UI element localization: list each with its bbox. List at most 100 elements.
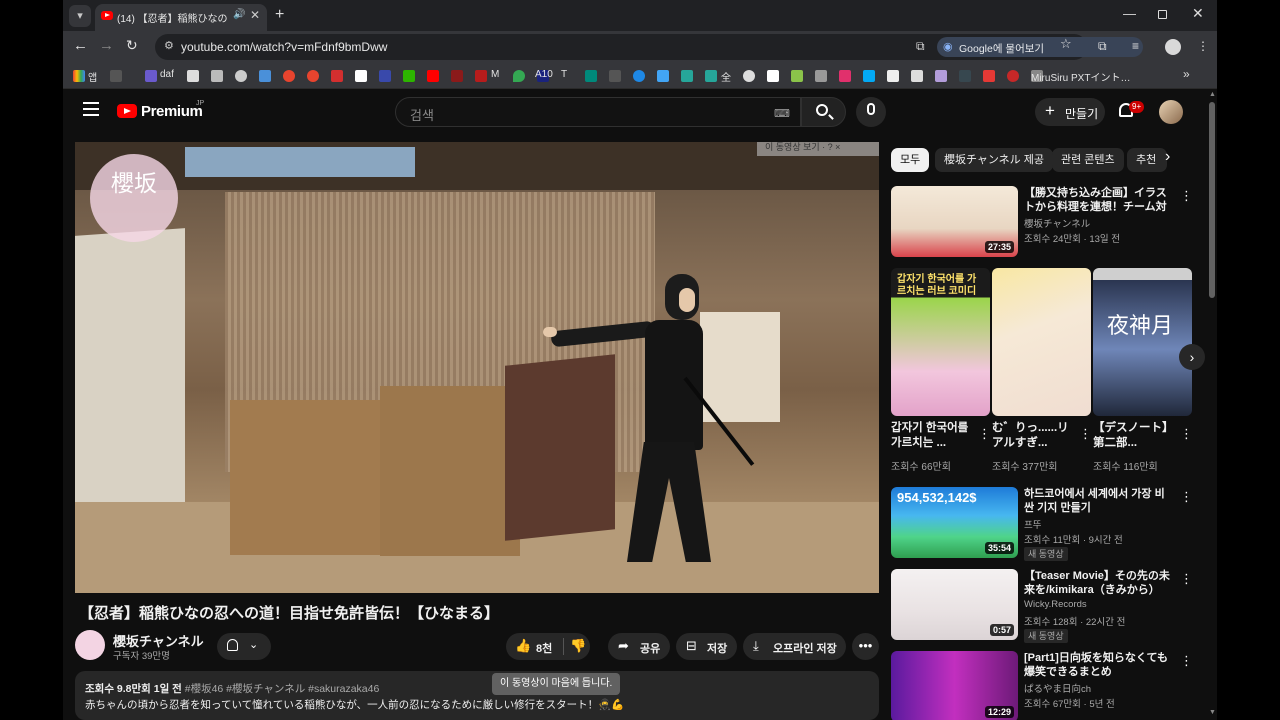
install-app-icon[interactable]: ⧉: [916, 39, 925, 54]
bookmark-star-icon[interactable]: ☆: [1060, 36, 1072, 52]
bookmark-m-label[interactable]: M: [491, 69, 499, 80]
bookmark-icon[interactable]: [307, 70, 319, 82]
youtube-logo-icon[interactable]: [117, 104, 137, 118]
bookmark-icon[interactable]: [911, 70, 923, 82]
bookmark-icon[interactable]: [815, 70, 827, 82]
short-title[interactable]: 【デスノート】第二部...: [1093, 421, 1178, 451]
more-actions-button[interactable]: •••: [852, 633, 879, 660]
kebab-menu-icon[interactable]: ⋮: [1180, 426, 1193, 442]
bookmark-apps-label[interactable]: 앱: [88, 69, 97, 84]
kebab-menu-icon[interactable]: ⋮: [1079, 426, 1092, 442]
video-title[interactable]: [Part1]日向坂を知らなくても爆笑できるまとめ: [1024, 651, 1174, 679]
bookmark-t-label[interactable]: T: [561, 69, 567, 80]
media-controls-icon[interactable]: ≡: [1132, 39, 1139, 53]
bookmark-icon[interactable]: [187, 70, 199, 82]
bookmark-mirusiru-label[interactable]: MiruSiru PXTイント…: [1031, 69, 1130, 84]
scrollbar-thumb[interactable]: [1209, 102, 1215, 298]
browser-menu-icon[interactable]: ⋮: [1197, 39, 1209, 53]
x-icon[interactable]: [355, 70, 367, 82]
kebab-menu-icon[interactable]: ⋮: [1180, 653, 1193, 669]
video-thumbnail[interactable]: 0:57: [891, 569, 1018, 640]
kebab-menu-icon[interactable]: ⋮: [1180, 188, 1193, 204]
page-scrollbar[interactable]: ▲ ▼: [1207, 90, 1217, 720]
video-title[interactable]: 하드코어에서 세계에서 가장 비싼 기지 만들기: [1024, 487, 1174, 515]
chip-related[interactable]: 관련 콘텐츠: [1052, 148, 1124, 172]
bookmark-icon[interactable]: [863, 70, 875, 82]
amazon-icon[interactable]: [767, 70, 779, 82]
kebab-menu-icon[interactable]: ⋮: [978, 426, 991, 442]
bookmark-icon[interactable]: [959, 70, 971, 82]
scroll-up-icon[interactable]: ▲: [1209, 91, 1216, 98]
bookmark-icon[interactable]: [379, 70, 391, 82]
search-input[interactable]: 검색 ⌨: [395, 97, 801, 127]
bookmark-icon[interactable]: [609, 70, 621, 82]
bookmark-icon[interactable]: [705, 70, 717, 82]
channel-watermark-logo[interactable]: 櫻坂: [90, 154, 178, 242]
bookmark-icon[interactable]: [887, 70, 899, 82]
address-bar[interactable]: ⚙ youtube.com/watch?v=mFdnf9bmDww ⧉ ◉ Go…: [155, 34, 1143, 60]
thumbs-down-icon[interactable]: 👎: [570, 638, 586, 654]
bookmark-icon[interactable]: [935, 70, 947, 82]
voice-search-button[interactable]: [856, 97, 886, 127]
apps-grid-icon[interactable]: [73, 70, 85, 82]
channel-avatar[interactable]: [75, 630, 105, 660]
bookmark-icon[interactable]: [791, 70, 803, 82]
daf-icon[interactable]: [145, 70, 157, 82]
window-close-button[interactable]: ✕: [1192, 5, 1204, 22]
bookmark-icon[interactable]: [331, 70, 343, 82]
video-player[interactable]: 櫻坂 이 동영상 보기 · ? ×: [75, 142, 879, 593]
youtube-premium-wordmark[interactable]: Premium: [141, 103, 203, 120]
bookmark-icon[interactable]: [259, 70, 271, 82]
list-item[interactable]: 27:35 【勝又持ち込み企画】イラストから料理を連想！チーム対抗... 櫻坂チ…: [891, 186, 1193, 260]
site-info-icon[interactable]: ⚙: [164, 39, 174, 52]
bookmark-icon[interactable]: [633, 70, 645, 82]
bookmark-cross-label[interactable]: 全: [721, 69, 731, 84]
list-item[interactable]: 954,532,142$ 35:54 하드코어에서 세계에서 가장 비싼 기지 …: [891, 487, 1193, 567]
bookmark-icon[interactable]: [657, 70, 669, 82]
bookmarks-overflow-button[interactable]: »: [1183, 67, 1190, 81]
bookmark-icon[interactable]: [1007, 70, 1019, 82]
download-button[interactable]: ⤓ 오프라인 저장: [743, 633, 846, 660]
url-text[interactable]: youtube.com/watch?v=mFdnf9bmDww: [181, 40, 387, 54]
scroll-down-icon[interactable]: ▼: [1209, 709, 1216, 716]
speaker-icon[interactable]: 🔊: [233, 9, 245, 20]
chip-recommended[interactable]: 추천: [1127, 148, 1167, 172]
bookmark-icon[interactable]: [451, 70, 463, 82]
video-title[interactable]: 【Teaser Movie】その先の未来を/kimikara（きみから）: [1024, 569, 1174, 597]
extensions-icon[interactable]: ⧉: [1098, 39, 1107, 54]
short-title[interactable]: 갑자기 한국어를 가르치는 ...: [891, 421, 976, 451]
reload-icon[interactable]: ↻: [126, 37, 138, 54]
like-count[interactable]: 8천: [536, 640, 552, 656]
kebab-menu-icon[interactable]: ⋮: [1180, 489, 1193, 505]
channel-name[interactable]: 櫻坂チャンネル: [1024, 216, 1090, 230]
tab-groups-icon[interactable]: [110, 70, 122, 82]
browser-profile-avatar[interactable]: [1165, 39, 1181, 55]
channel-name[interactable]: Wicky.Records: [1024, 599, 1087, 610]
keyboard-icon[interactable]: ⌨: [774, 107, 790, 120]
channel-name[interactable]: ぱるやま日向ch: [1024, 681, 1091, 695]
back-icon[interactable]: ←: [73, 37, 88, 54]
kebab-menu-icon[interactable]: ⋮: [1180, 571, 1193, 587]
shorts-next-button[interactable]: ›: [1179, 344, 1205, 370]
video-thumbnail[interactable]: 12:29: [891, 651, 1018, 720]
maximize-button[interactable]: [1158, 10, 1167, 19]
share-button[interactable]: ➦ 공유: [608, 633, 670, 660]
short-thumbnail[interactable]: 갑자기 한국어를 가르치는 러브 코미디: [891, 268, 990, 416]
new-tab-button[interactable]: +: [275, 5, 284, 25]
channel-name[interactable]: 프뚜: [1024, 517, 1041, 531]
video-thumbnail[interactable]: 954,532,142$ 35:54: [891, 487, 1018, 558]
bookmark-icon[interactable]: [585, 70, 597, 82]
minimize-button[interactable]: —: [1123, 6, 1136, 21]
naver-icon[interactable]: [403, 70, 415, 82]
globe-icon[interactable]: [235, 70, 247, 82]
hamburger-menu-icon[interactable]: [83, 102, 99, 120]
bookmark-icon[interactable]: [211, 70, 223, 82]
tab-search-button[interactable]: ▾: [69, 5, 91, 27]
video-title[interactable]: 【勝又持ち込み企画】イラストから料理を連想！チーム対抗...: [1024, 186, 1174, 214]
list-item[interactable]: 12:29 [Part1]日向坂を知らなくても爆笑できるまとめ ぱるやま日向ch…: [891, 651, 1193, 720]
hashtags[interactable]: #櫻坂46 #櫻坂チャンネル #sakurazaka46: [185, 683, 380, 695]
instagram-icon[interactable]: [839, 70, 851, 82]
bookmark-icon[interactable]: [983, 70, 995, 82]
short-title[interactable]: む゛りっ......リアルすぎ...: [992, 421, 1077, 451]
bookmark-daf-label[interactable]: daf: [160, 69, 174, 80]
